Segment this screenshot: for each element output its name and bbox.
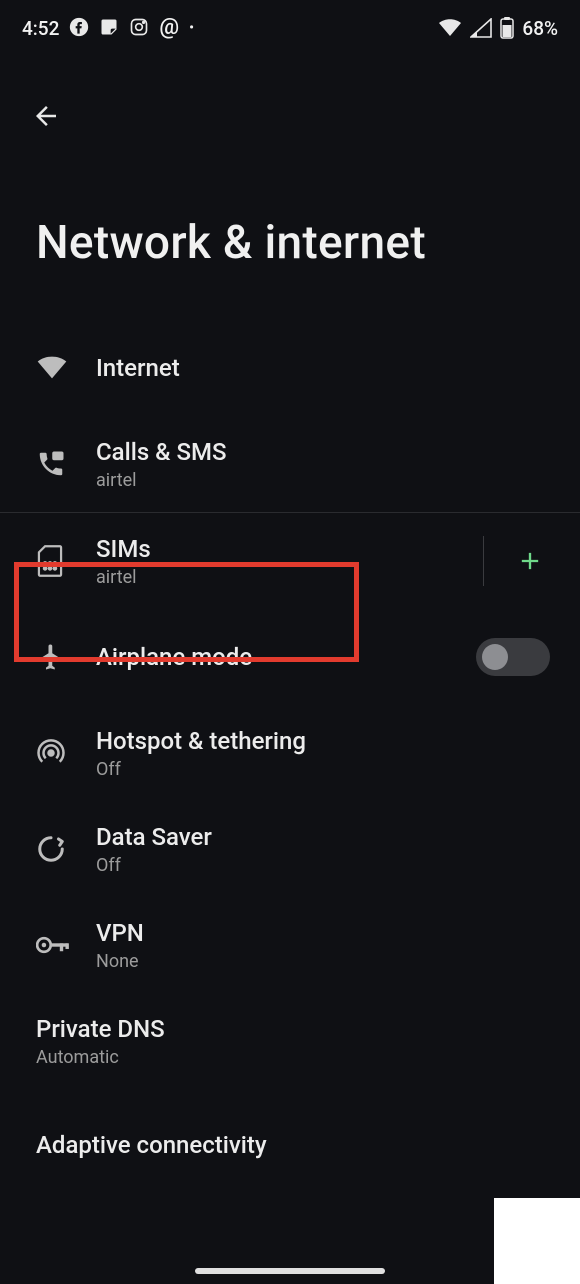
data-saver-icon (36, 834, 96, 864)
wifi-icon (36, 355, 96, 381)
phone-sms-icon (36, 449, 96, 479)
settings-item-data-saver[interactable]: Data Saver Off (0, 801, 580, 897)
item-title: Adaptive connectivity (36, 1131, 550, 1159)
item-title: Data Saver (96, 823, 550, 851)
battery-percent: 68% (522, 17, 558, 40)
status-right: 68% (438, 17, 558, 40)
item-subtitle: Off (96, 759, 550, 780)
note-icon (99, 17, 119, 40)
add-sim-button[interactable] (510, 541, 550, 581)
overlay-square (494, 1198, 580, 1284)
settings-item-private-dns[interactable]: Private DNS Automatic (0, 993, 580, 1089)
item-subtitle: airtel (96, 567, 483, 588)
sim-icon (36, 545, 96, 577)
hotspot-icon (36, 738, 96, 768)
airplane-toggle[interactable] (476, 638, 550, 676)
settings-item-hotspot[interactable]: Hotspot & tethering Off (0, 705, 580, 801)
instagram-icon (129, 17, 149, 40)
item-subtitle: None (96, 951, 550, 972)
settings-item-adaptive[interactable]: Adaptive connectivity (0, 1089, 580, 1185)
status-bar: 4:52 @ • 68% (0, 0, 580, 56)
at-icon: @ (159, 17, 179, 39)
item-subtitle: airtel (96, 470, 550, 491)
status-time: 4:52 (22, 17, 59, 40)
divider (483, 536, 484, 586)
battery-icon (500, 17, 514, 39)
item-title: Airplane mode (96, 643, 476, 671)
item-title: Internet (96, 354, 550, 382)
airplane-icon (36, 642, 96, 672)
item-subtitle: Off (96, 855, 550, 876)
page-title: Network & internet (0, 136, 580, 320)
settings-item-calls-sms[interactable]: Calls & SMS airtel (0, 416, 580, 512)
signal-icon (470, 18, 492, 38)
settings-item-internet[interactable]: Internet (0, 320, 580, 416)
item-title: SIMs (96, 535, 483, 563)
settings-item-sims[interactable]: SIMs airtel (0, 512, 580, 609)
item-subtitle: Automatic (36, 1047, 550, 1068)
vpn-key-icon (36, 934, 96, 956)
item-title: Private DNS (36, 1015, 550, 1043)
facebook-icon (69, 17, 89, 40)
plus-icon (516, 547, 544, 575)
back-button[interactable] (26, 96, 66, 136)
settings-item-vpn[interactable]: VPN None (0, 897, 580, 993)
item-title: VPN (96, 919, 550, 947)
toggle-knob (482, 644, 508, 670)
wifi-icon (438, 18, 462, 38)
status-left: 4:52 @ • (22, 17, 194, 40)
item-title: Hotspot & tethering (96, 727, 550, 755)
gesture-bar[interactable] (195, 1268, 385, 1274)
item-title: Calls & SMS (96, 438, 550, 466)
settings-item-airplane[interactable]: Airplane mode (0, 609, 580, 705)
notification-dot-icon: • (189, 21, 194, 35)
arrow-left-icon (31, 101, 61, 131)
